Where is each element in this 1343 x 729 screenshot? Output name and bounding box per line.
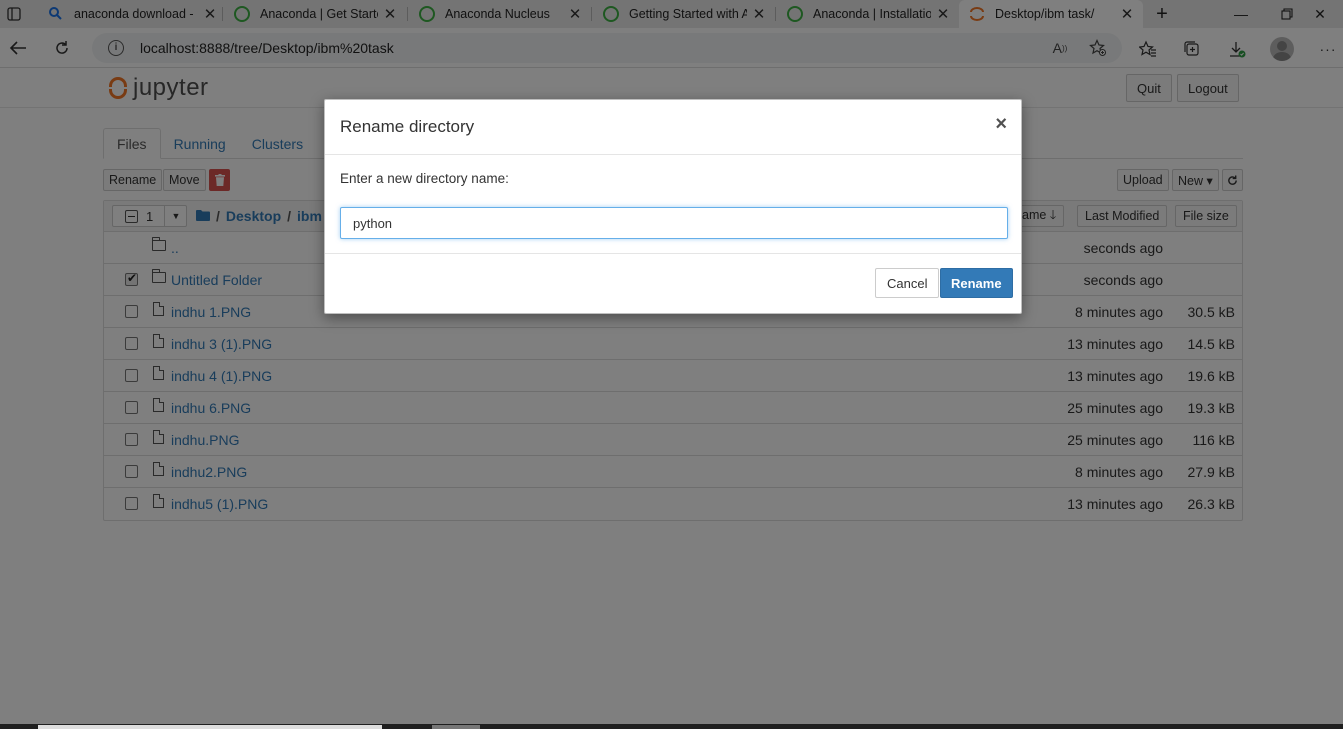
confirm-rename-button[interactable]: Rename (940, 268, 1013, 298)
modal-header: Rename directory × (325, 100, 1021, 155)
taskbar-segment (38, 725, 382, 729)
close-icon[interactable]: × (995, 113, 1007, 136)
taskbar-segment (432, 725, 480, 729)
rename-directory-dialog: Rename directory × Enter a new directory… (324, 99, 1022, 314)
directory-name-label: Enter a new directory name: (340, 171, 509, 186)
directory-name-input[interactable] (340, 207, 1008, 239)
modal-title: Rename directory (340, 117, 475, 136)
modal-footer: Cancel Rename (325, 254, 1021, 314)
taskbar-strip (0, 724, 1343, 729)
cancel-button[interactable]: Cancel (875, 268, 940, 298)
modal-body: Enter a new directory name: (325, 155, 1021, 254)
